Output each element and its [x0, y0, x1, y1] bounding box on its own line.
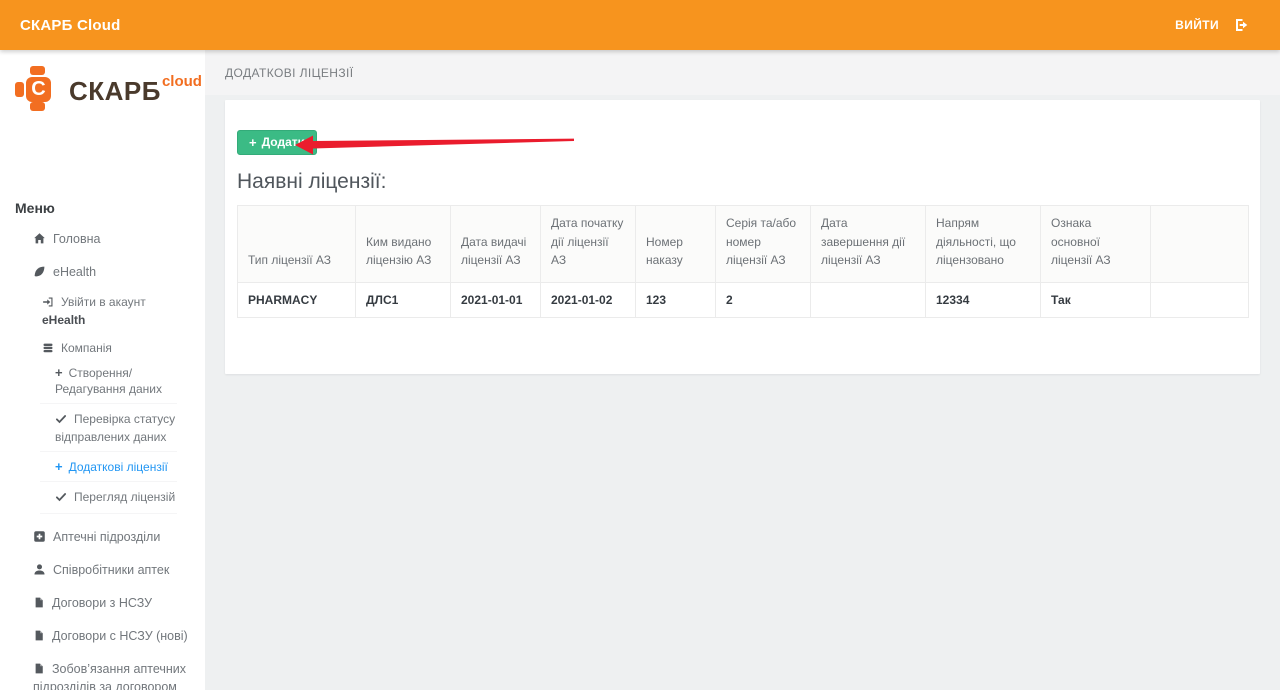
col-end-date: Дата завершення дії ліцензії АЗ [811, 206, 926, 283]
col-order-number: Номер наказу [636, 206, 716, 283]
sidebar-item-view-licenses[interactable]: Перегляд ліцензій [40, 489, 177, 514]
home-icon [33, 232, 46, 249]
sign-in-icon [42, 296, 54, 312]
sidebar-item-reimbursement-obligations[interactable]: Зобов’язання аптечних підрозділів за дог… [33, 661, 191, 690]
user-icon [33, 563, 46, 580]
section-heading: Наявні ліцензії: [237, 170, 1248, 194]
table-row: PHARMACY ДЛС1 2021-01-01 2021-01-02 123 … [238, 282, 1249, 317]
sidebar-item-ehealth-login[interactable]: Увійти в акаунт eHealth [42, 294, 191, 328]
sidebar-item-nszu-contracts-new[interactable]: Договори с НСЗУ (нові) [33, 628, 191, 646]
cell-primary-flag: Так [1041, 282, 1151, 317]
col-license-type: Тип ліцензії АЗ [238, 206, 356, 283]
logout-label: ВИЙТИ [1175, 18, 1219, 32]
cell-start-date: 2021-01-02 [541, 282, 636, 317]
file-icon [33, 629, 45, 646]
plus-icon: + [55, 459, 63, 474]
cell-issued-by: ДЛС1 [356, 282, 451, 317]
add-license-button[interactable]: + Додати [237, 130, 317, 155]
cell-end-date [811, 282, 926, 317]
check-icon [55, 413, 67, 429]
navbar-brand[interactable]: СКАРБ Cloud [20, 17, 120, 34]
sign-out-icon [1233, 17, 1250, 33]
page-titlebar: ДОДАТКОВІ ЛІЦЕНЗІЇ [205, 50, 1280, 95]
cell-order-number: 123 [636, 282, 716, 317]
sidebar: С СКАРБcloud Меню Головна eHealth [0, 50, 205, 690]
table-header-row: Тип ліцензії АЗ Ким видано ліцензію АЗ Д… [238, 206, 1249, 283]
page-title: ДОДАТКОВІ ЛІЦЕНЗІЇ [225, 66, 353, 80]
menu-header: Меню [15, 200, 205, 216]
col-activity-direction: Напрям діяльності, що ліцензовано [926, 206, 1041, 283]
col-actions [1151, 206, 1249, 283]
col-issue-date: Дата видачі ліцензії АЗ [451, 206, 541, 283]
leaf-icon [33, 265, 46, 282]
sidebar-item-home[interactable]: Головна [33, 231, 191, 249]
sidebar-item-status-check[interactable]: Перевірка статусу відправлених даних [40, 411, 177, 452]
file-icon [33, 662, 45, 679]
red-arrow-annotation [295, 134, 575, 156]
main-area: ДОДАТКОВІ ЛІЦЕНЗІЇ + Додати Наявні ліцен… [205, 50, 1280, 690]
cell-actions [1151, 282, 1249, 317]
company-stack-icon [42, 342, 54, 358]
licenses-table: Тип ліцензії АЗ Ким видано ліцензію АЗ Д… [237, 205, 1249, 318]
check-icon [55, 491, 67, 507]
col-primary-flag: Ознака основної ліцензії АЗ [1041, 206, 1151, 283]
sidebar-item-ehealth[interactable]: eHealth [33, 264, 191, 282]
sidebar-nav: Головна eHealth Увійти в акаунт eHealth [0, 231, 205, 690]
logout-button[interactable]: ВИЙТИ [1175, 17, 1250, 33]
cell-issue-date: 2021-01-01 [451, 282, 541, 317]
cell-series-number: 2 [716, 282, 811, 317]
logo-text: СКАРБcloud [69, 74, 202, 104]
top-navbar: СКАРБ Cloud ВИЙТИ [0, 0, 1280, 50]
sidebar-item-pharmacy-employees[interactable]: Співробітники аптек [33, 562, 191, 580]
col-issued-by: Ким видано ліцензію АЗ [356, 206, 451, 283]
sidebar-item-company[interactable]: Компанія [42, 340, 191, 358]
col-series-number: Серія та/або номер ліцензії АЗ [716, 206, 811, 283]
plus-icon: + [249, 136, 257, 149]
plus-square-icon [33, 530, 46, 547]
sidebar-item-nszu-contracts[interactable]: Договори з НСЗУ [33, 595, 191, 613]
content-area: + Додати Наявні ліцензії: Тип ліц [205, 95, 1280, 690]
cell-license-type: PHARMACY [238, 282, 356, 317]
app-logo[interactable]: С СКАРБcloud [0, 50, 205, 112]
sidebar-item-create-edit-data[interactable]: +Створення/Редагування даних [40, 365, 177, 404]
logo-mark-icon: С [14, 66, 60, 112]
sidebar-item-additional-licenses[interactable]: +Додаткові ліцензії [40, 459, 177, 482]
cell-activity-direction: 12334 [926, 282, 1041, 317]
plus-icon: + [55, 365, 63, 380]
col-start-date: Дата початку дії ліцензії АЗ [541, 206, 636, 283]
licenses-card: + Додати Наявні ліцензії: Тип ліц [225, 100, 1260, 374]
sidebar-item-pharmacy-units[interactable]: Аптечні підрозділи [33, 529, 191, 547]
file-icon [33, 596, 45, 613]
